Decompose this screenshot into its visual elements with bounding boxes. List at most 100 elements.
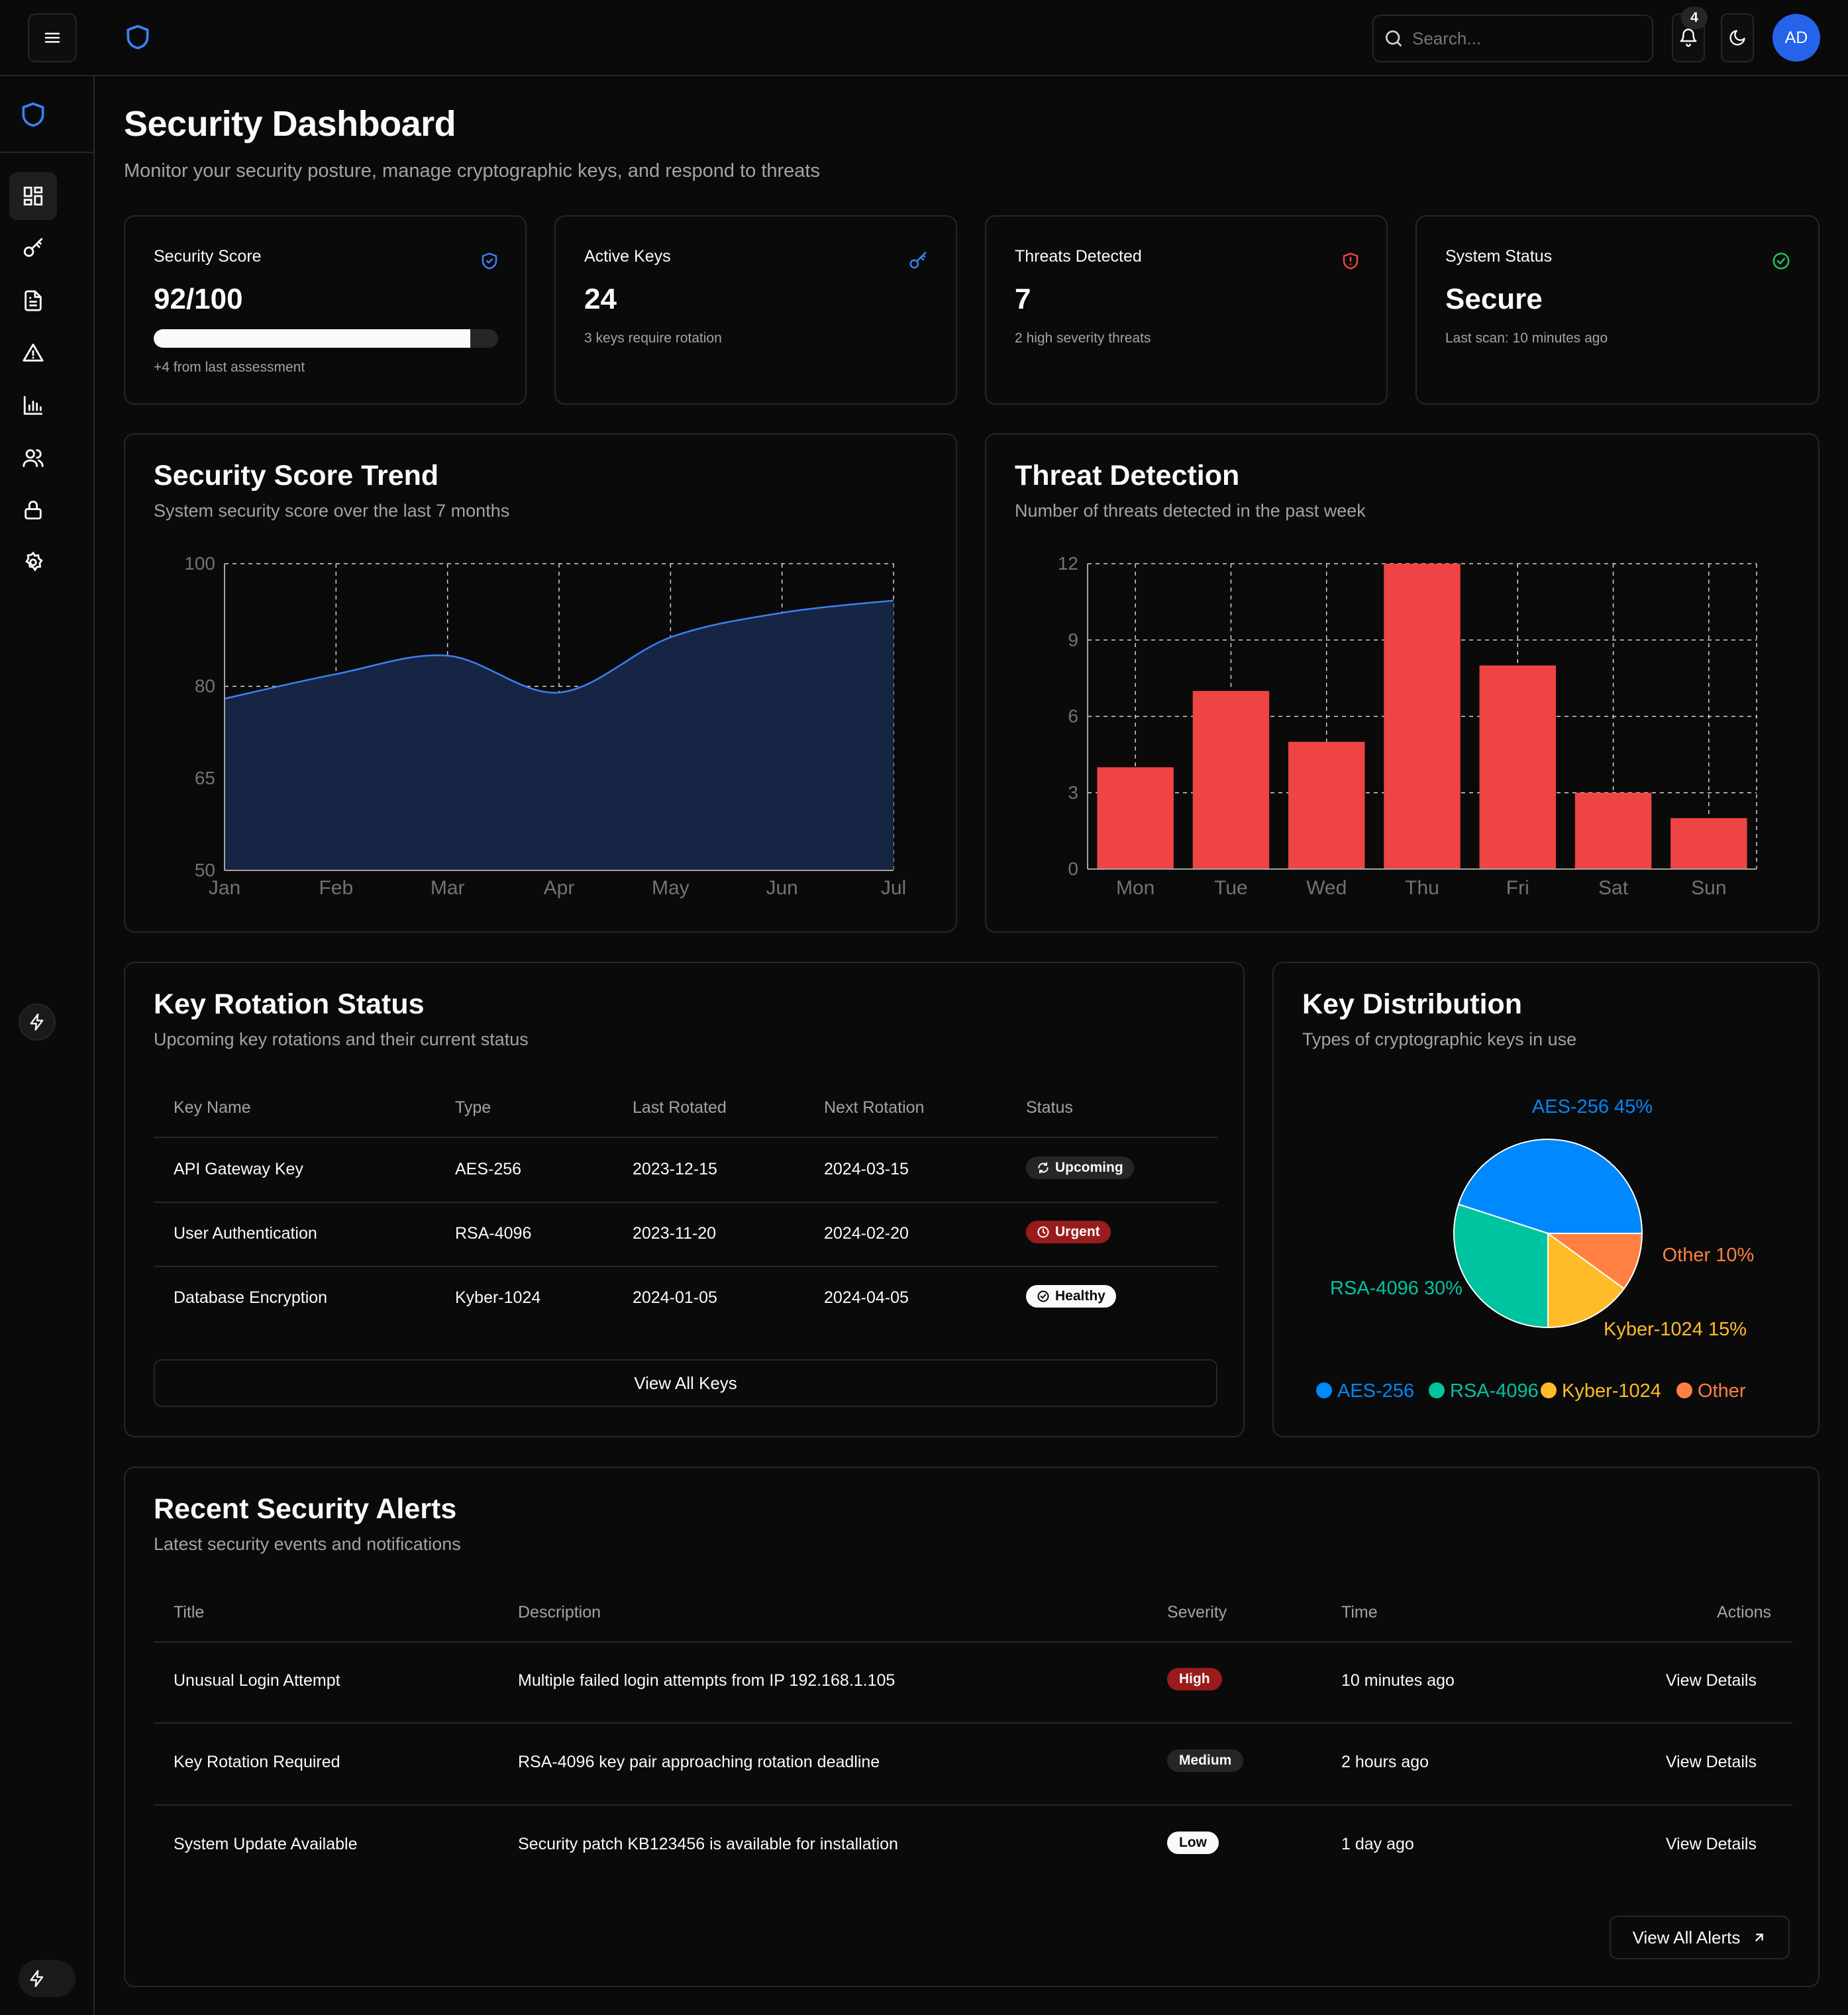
stat-label: System Status [1445, 247, 1553, 266]
x-tick-label: Jun [766, 877, 797, 899]
x-tick-label: Mon [1116, 877, 1155, 899]
sidebar-item-documents[interactable] [9, 277, 57, 325]
status-label: Urgent [1055, 1224, 1100, 1239]
legend-label: RSA-4096 [1450, 1380, 1539, 1402]
y-tick-label: 65 [195, 768, 215, 788]
bell-icon [1680, 28, 1697, 47]
column-header-actions: Actions [1717, 1603, 1771, 1622]
legend-swatch [1541, 1382, 1557, 1398]
stat-value: Secure [1445, 283, 1543, 315]
card-title: Recent Security Alerts [154, 1493, 457, 1525]
threat-detection-card: Threat Detection Number of threats detec… [985, 433, 1820, 933]
security-score-progress-bar [154, 329, 498, 348]
alert-description-cell: Multiple failed login attempts from IP 1… [518, 1671, 896, 1690]
card-title: Key Rotation Status [154, 988, 425, 1020]
table-divider [154, 1722, 1792, 1724]
threat-bar-thu [1384, 564, 1461, 869]
stat-label: Security Score [154, 247, 262, 266]
recent-alerts-card: Recent Security Alerts Latest security e… [124, 1467, 1820, 1987]
sidebar-item-keys[interactable] [9, 225, 57, 272]
y-tick-label: 12 [1058, 553, 1078, 574]
table-divider [154, 1202, 1217, 1203]
sidebar-item-analytics[interactable] [9, 382, 57, 429]
sidebar-item-dashboard[interactable] [9, 172, 57, 220]
view-all-keys-button[interactable]: View All Keys [154, 1359, 1217, 1407]
bar-chart-icon [23, 395, 43, 415]
key-distribution-pie-chart: AES-256 45% RSA-4096 30% Kyber-1024 15% Oth… [1316, 1096, 1755, 1402]
table-divider [154, 1266, 1217, 1267]
menu-toggle-button[interactable] [28, 13, 77, 62]
alert-title-cell: Unusual Login Attempt [174, 1671, 340, 1690]
sidebar-divider [0, 152, 93, 153]
key-icon [909, 252, 927, 269]
pie-slice-label: Other 10% [1663, 1245, 1755, 1266]
column-header-next-rotation: Next Rotation [824, 1098, 925, 1117]
severity-badge-medium: Medium [1167, 1749, 1244, 1772]
column-header-last-rotated: Last Rotated [633, 1098, 727, 1117]
dashboard-icon [23, 186, 43, 206]
card-subtitle: Latest security events and notifications [154, 1534, 461, 1554]
severity-badge-high: High [1167, 1668, 1222, 1690]
alert-description-cell: Security patch KB123456 is available for… [518, 1835, 898, 1853]
stat-card-active-keys: Active Keys 24 3 keys require rotation [554, 215, 957, 405]
pie-slice-label: Kyber-1024 15% [1604, 1319, 1747, 1340]
x-tick-label: Apr [544, 877, 575, 899]
gear-icon [25, 551, 43, 572]
y-tick-label: 0 [1068, 858, 1078, 879]
legend-label: Kyber-1024 [1562, 1380, 1661, 1402]
sidebar-logo-shield-icon[interactable] [19, 100, 48, 129]
x-tick-label: Jan [209, 877, 240, 899]
stat-note: 2 high severity threats [1015, 331, 1151, 346]
moon-icon [1729, 30, 1745, 46]
status-badge-upcoming: Upcoming [1026, 1157, 1134, 1179]
theme-toggle-button[interactable] [1721, 13, 1754, 62]
legend-swatch [1316, 1382, 1332, 1398]
stat-label: Active Keys [584, 247, 671, 266]
user-avatar[interactable]: AD [1772, 14, 1820, 62]
legend-label: Other [1698, 1380, 1746, 1402]
column-header-time: Time [1341, 1603, 1378, 1622]
table-divider [154, 1804, 1792, 1806]
search-input[interactable] [1412, 24, 1644, 53]
search-field[interactable] [1372, 15, 1653, 62]
stat-card-threats: Threats Detected 7 2 high severity threa… [985, 215, 1388, 405]
stat-value: 7 [1015, 283, 1031, 315]
x-tick-label: Thu [1405, 877, 1439, 899]
column-header-description: Description [518, 1603, 601, 1622]
next-rotation-cell: 2024-02-20 [824, 1224, 909, 1243]
area-fill [225, 600, 894, 870]
security-score-trend-card: Security Score Trend System security sco… [124, 433, 957, 933]
sidebar-item-security[interactable] [9, 486, 57, 534]
check-circle-icon [1037, 1290, 1049, 1302]
view-details-link[interactable]: View Details [1666, 1671, 1757, 1690]
table-divider [154, 1137, 1217, 1138]
legend-label: AES-256 [1337, 1380, 1414, 1402]
stat-note: Last scan: 10 minutes ago [1445, 331, 1608, 346]
stat-label: Threats Detected [1015, 247, 1142, 266]
view-all-alerts-button[interactable]: View All Alerts [1610, 1916, 1790, 1959]
column-header-key-name: Key Name [174, 1098, 251, 1117]
sidebar-item-settings[interactable] [9, 539, 57, 586]
view-details-link[interactable]: View Details [1666, 1835, 1757, 1854]
stat-card-system-status: System Status Secure Last scan: 10 minut… [1415, 215, 1820, 405]
view-details-link[interactable]: View Details [1666, 1753, 1757, 1772]
key-type-cell: AES-256 [455, 1160, 522, 1178]
logo-shield-icon[interactable] [123, 23, 152, 52]
last-rotated-cell: 2024-01-05 [633, 1288, 717, 1307]
menu-icon [44, 32, 60, 43]
status-label: Healthy [1055, 1288, 1105, 1304]
y-tick-label: 80 [195, 676, 215, 696]
shield-icon [482, 252, 497, 270]
x-tick-label: Mar [431, 877, 465, 899]
x-tick-label: Sun [1691, 877, 1726, 899]
legend-swatch [1676, 1382, 1692, 1398]
alert-title-cell: Key Rotation Required [174, 1753, 340, 1771]
bottom-quick-action-button[interactable] [19, 1960, 76, 1997]
quick-action-button[interactable] [19, 1004, 56, 1041]
refresh-icon [1038, 1162, 1049, 1174]
x-tick-label: Sat [1598, 877, 1629, 899]
y-tick-label: 9 [1068, 629, 1078, 650]
sidebar-item-users[interactable] [9, 434, 57, 482]
pie-slice-label: AES-256 45% [1532, 1096, 1653, 1117]
sidebar-item-threats[interactable] [9, 329, 57, 377]
